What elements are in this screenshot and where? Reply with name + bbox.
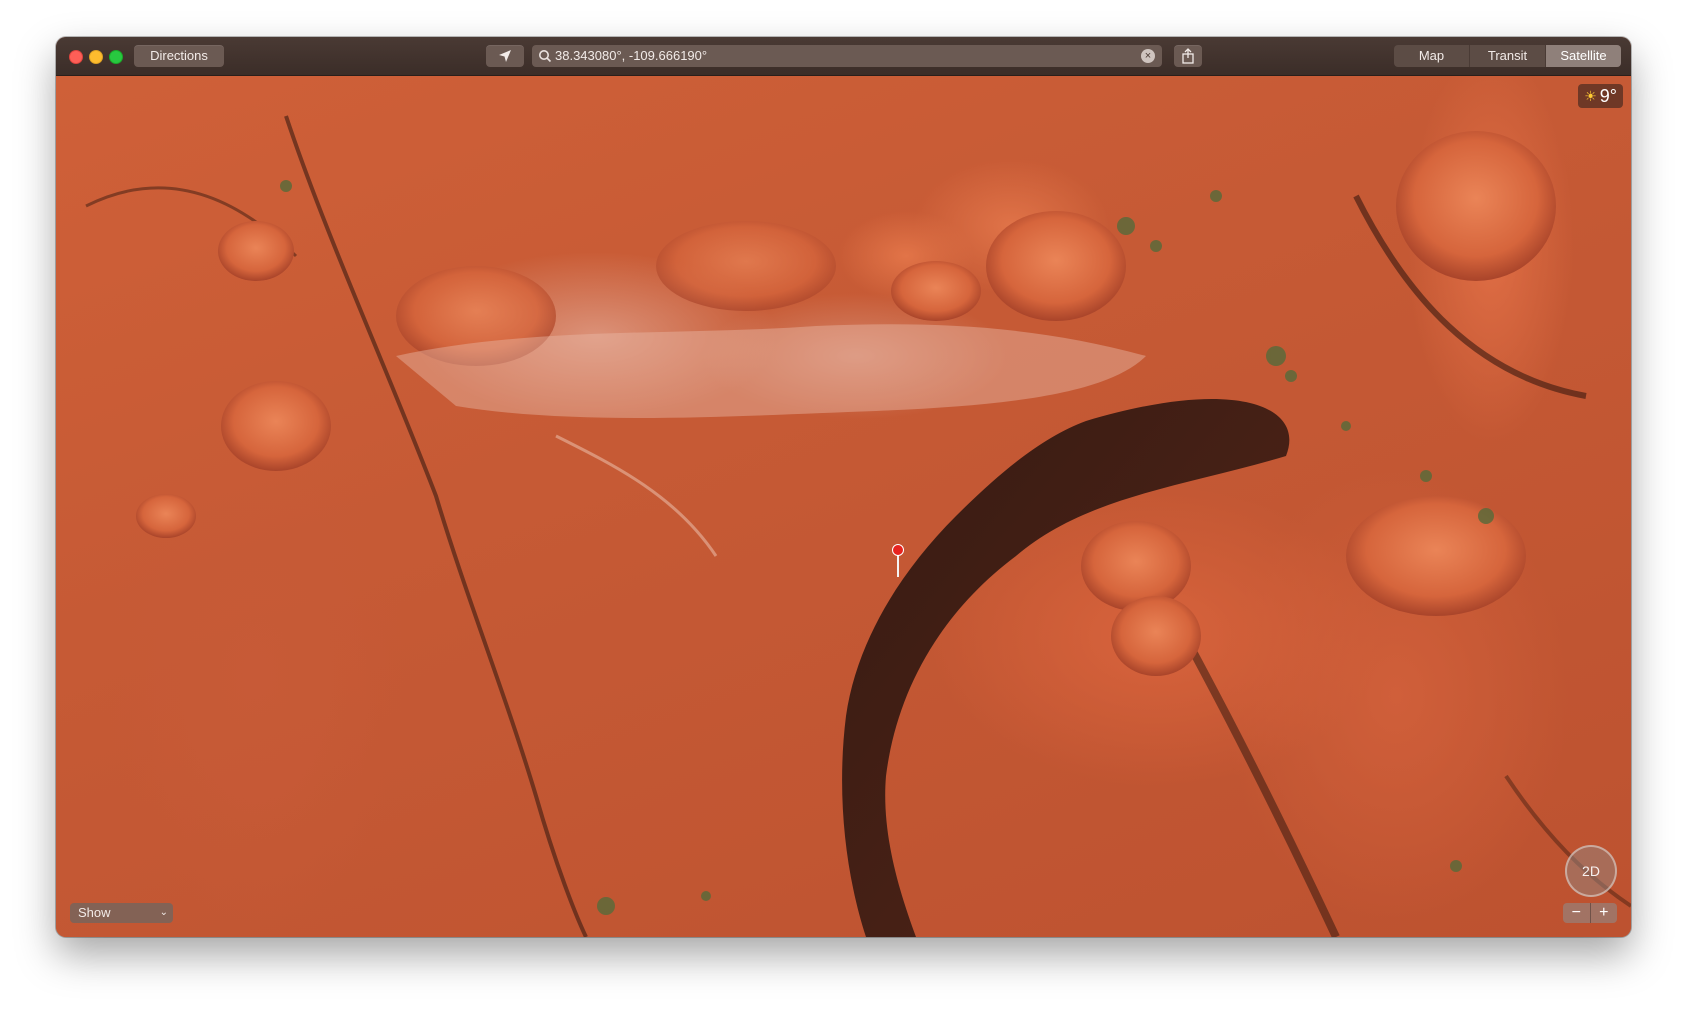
maps-window: Directions 38.343080°, -109.666190° × Ma… [56, 37, 1631, 937]
tab-satellite[interactable]: Satellite [1546, 45, 1621, 67]
zoom-window-icon[interactable] [109, 50, 123, 64]
show-dropdown-label: Show [78, 905, 111, 920]
close-window-icon[interactable] [69, 50, 83, 64]
tab-transit[interactable]: Transit [1470, 45, 1546, 67]
location-pin-icon[interactable] [891, 543, 905, 577]
show-dropdown[interactable]: Show ⌄ [70, 903, 173, 923]
minimize-window-icon[interactable] [89, 50, 103, 64]
current-location-button[interactable] [486, 45, 524, 67]
satellite-map[interactable]: ☀ 9° Show ⌄ 2D − + [56, 76, 1631, 937]
terrain-imagery [85, 115, 1631, 937]
search-field[interactable]: 38.343080°, -109.666190° × [532, 45, 1162, 67]
location-arrow-icon [499, 50, 511, 62]
directions-button[interactable]: Directions [134, 45, 224, 67]
title-bar: Directions 38.343080°, -109.666190° × Ma… [56, 37, 1631, 76]
compass-2d-button[interactable]: 2D [1565, 845, 1617, 897]
map-mode-selector: Map Transit Satellite [1394, 45, 1621, 67]
search-icon [539, 50, 552, 63]
zoom-out-button[interactable]: − [1563, 903, 1591, 923]
search-input[interactable]: 38.343080°, -109.666190° [555, 45, 707, 67]
zoom-in-button[interactable]: + [1590, 903, 1617, 923]
share-button[interactable] [1174, 45, 1202, 67]
share-icon [1182, 48, 1194, 64]
zoom-controls: − + [1563, 903, 1617, 923]
tab-map[interactable]: Map [1394, 45, 1470, 67]
chevron-down-icon: ⌄ [159, 907, 168, 918]
weather-temperature: 9° [1599, 86, 1617, 106]
clear-icon[interactable]: × [1141, 49, 1155, 63]
sun-icon: ☀ [1584, 88, 1597, 104]
weather-badge: ☀ 9° [1578, 84, 1623, 108]
